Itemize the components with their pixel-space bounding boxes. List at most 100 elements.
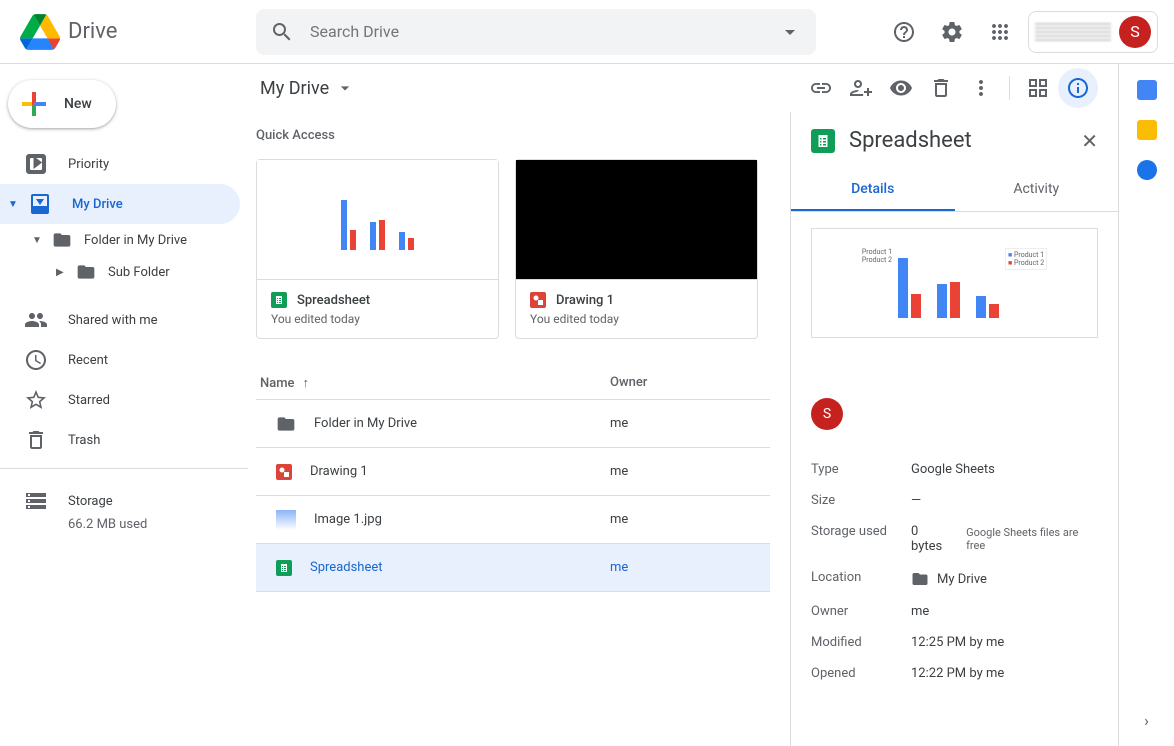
file-owner: me — [610, 464, 770, 479]
nav-starred[interactable]: Starred — [0, 380, 240, 420]
file-name: Folder in My Drive — [314, 416, 417, 431]
account-chip[interactable]: S — [1028, 11, 1158, 53]
nav-priority[interactable]: Priority — [0, 144, 240, 184]
sort-ascending-icon: ↑ — [303, 375, 310, 391]
file-owner: me — [610, 560, 770, 575]
file-row[interactable]: Image 1.jpg me — [256, 496, 770, 544]
list-header: Name ↑ Owner — [256, 367, 770, 400]
folder-icon — [76, 262, 96, 282]
meta-modified: Modified12:25 PM by me — [811, 627, 1098, 658]
storage-used: 66.2 MB used — [0, 517, 248, 532]
keep-app-icon[interactable] — [1137, 120, 1157, 140]
nav-storage[interactable]: Storage — [0, 481, 240, 521]
share-button[interactable] — [841, 68, 881, 108]
meta-type: TypeGoogle Sheets — [811, 454, 1098, 485]
nav-my-drive[interactable]: ▼ My Drive — [0, 184, 240, 224]
meta-opened: Opened12:22 PM by me — [811, 658, 1098, 689]
new-button-label: New — [64, 96, 92, 112]
starred-icon — [24, 388, 48, 412]
preview-button[interactable] — [881, 68, 921, 108]
grid-view-button[interactable] — [1018, 68, 1058, 108]
meta-owner: Ownerme — [811, 596, 1098, 627]
nav-shared[interactable]: Shared with me — [0, 300, 240, 340]
file-row-selected[interactable]: Spreadsheet me — [256, 544, 770, 592]
quick-access-card[interactable]: Spreadsheet You edited today — [256, 159, 499, 339]
logo-area[interactable]: Drive — [8, 12, 256, 52]
new-button[interactable]: New — [8, 80, 116, 128]
spreadsheet-thumbnail — [257, 160, 498, 280]
details-tabs: Details Activity — [791, 169, 1118, 212]
tree-folder-1-label: Folder in My Drive — [84, 233, 187, 248]
content-area: My Drive Quick Access — [248, 64, 1118, 746]
qa-card-title: Spreadsheet — [297, 293, 370, 308]
details-title: Spreadsheet — [849, 128, 1067, 153]
sidebar-right: › — [1118, 64, 1174, 746]
breadcrumb[interactable]: My Drive — [260, 78, 355, 99]
tab-details[interactable]: Details — [791, 169, 955, 211]
owner-avatar[interactable]: S — [811, 398, 843, 430]
qa-card-title: Drawing 1 — [556, 293, 614, 308]
more-button[interactable] — [961, 68, 1001, 108]
chevron-down-icon[interactable]: ▼ — [32, 235, 44, 246]
search-options-icon[interactable] — [778, 20, 802, 44]
search-input[interactable] — [310, 22, 778, 41]
tab-activity[interactable]: Activity — [955, 169, 1119, 211]
nav-recent-label: Recent — [68, 353, 108, 368]
column-name[interactable]: Name ↑ — [256, 375, 610, 391]
nav-starred-label: Starred — [68, 393, 110, 408]
plus-icon — [16, 86, 52, 122]
close-icon[interactable]: ✕ — [1081, 129, 1098, 153]
sheets-icon — [811, 129, 835, 153]
column-owner[interactable]: Owner — [610, 375, 770, 391]
file-row[interactable]: Drawing 1 me — [256, 448, 770, 496]
file-owner: me — [610, 512, 770, 527]
tasks-app-icon[interactable] — [1137, 160, 1157, 180]
drawing-icon — [276, 464, 292, 480]
header-actions: S — [884, 11, 1166, 53]
calendar-app-icon[interactable] — [1137, 80, 1157, 100]
file-area: Quick Access — [248, 112, 790, 746]
search-icon — [270, 20, 294, 44]
chevron-right-icon[interactable]: ▶ — [56, 267, 68, 278]
details-body: Product 1Product 2 ■ Product 1■ Product … — [791, 212, 1118, 746]
folder-icon — [911, 570, 929, 588]
drawing-icon — [530, 292, 546, 308]
settings-button[interactable] — [932, 12, 972, 52]
chevron-down-icon — [335, 78, 355, 98]
nav-trash-label: Trash — [68, 433, 100, 448]
meta-storage: Storage used0 bytesGoogle Sheets files a… — [811, 516, 1098, 562]
search-bar[interactable] — [256, 9, 816, 55]
nav-recent[interactable]: Recent — [0, 340, 240, 380]
tree-folder-1[interactable]: ▼ Folder in My Drive — [0, 224, 248, 256]
nav-shared-label: Shared with me — [68, 313, 158, 328]
folder-icon — [276, 414, 296, 434]
file-owner: me — [610, 416, 770, 431]
folder-icon — [52, 230, 72, 250]
details-button[interactable] — [1058, 68, 1098, 108]
meta-location: LocationMy Drive — [811, 562, 1098, 596]
expand-side-panel-icon[interactable]: › — [1144, 711, 1149, 730]
delete-button[interactable] — [921, 68, 961, 108]
app-header: Drive S — [0, 0, 1174, 64]
support-button[interactable] — [884, 12, 924, 52]
details-header: Spreadsheet ✕ — [791, 112, 1118, 169]
sheets-icon — [271, 292, 287, 308]
chevron-down-icon[interactable]: ▼ — [8, 199, 24, 210]
drive-logo-icon — [20, 12, 60, 52]
file-row[interactable]: Folder in My Drive me — [256, 400, 770, 448]
get-link-button[interactable] — [801, 68, 841, 108]
toolbar-divider — [1009, 76, 1010, 100]
tree-subfolder[interactable]: ▶ Sub Folder — [0, 256, 248, 288]
meta-size: Size— — [811, 485, 1098, 516]
details-preview[interactable]: Product 1Product 2 ■ Product 1■ Product … — [811, 228, 1098, 338]
priority-icon — [24, 152, 48, 176]
apps-button[interactable] — [980, 12, 1020, 52]
sidebar-left: New Priority ▼ My Drive ▼ Folder in My D… — [0, 64, 248, 746]
file-name: Spreadsheet — [310, 560, 383, 575]
storage-section: Storage 66.2 MB used — [0, 468, 248, 532]
recent-icon — [24, 348, 48, 372]
quick-access-card[interactable]: Drawing 1 You edited today — [515, 159, 758, 339]
quick-access-label: Quick Access — [256, 128, 770, 143]
nav-trash[interactable]: Trash — [0, 420, 240, 460]
storage-icon — [24, 489, 48, 513]
